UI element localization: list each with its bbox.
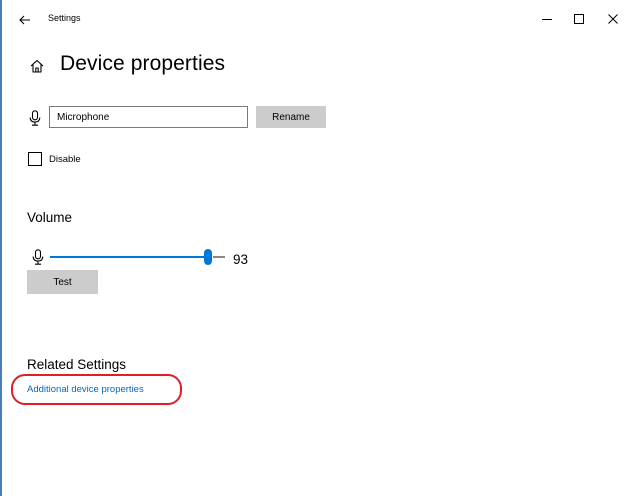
microphone-icon	[29, 110, 41, 126]
volume-slider-track	[213, 256, 225, 258]
page-title: Device properties	[60, 52, 226, 75]
back-arrow-icon	[19, 15, 30, 25]
test-button[interactable]: Test	[27, 270, 98, 294]
home-icon[interactable]	[29, 58, 45, 74]
volume-heading: Volume	[27, 210, 73, 225]
minimize-icon	[542, 19, 552, 20]
settings-window: Settings Device properties Rename Disabl…	[0, 0, 632, 496]
minimize-button[interactable]	[534, 8, 560, 30]
close-icon	[608, 14, 618, 24]
device-name-input[interactable]	[49, 106, 248, 128]
volume-value: 93	[233, 252, 249, 267]
volume-slider[interactable]	[50, 249, 225, 265]
disable-label[interactable]: Disable	[49, 154, 81, 165]
maximize-button[interactable]	[566, 8, 592, 30]
window-title: Settings	[48, 13, 81, 23]
related-settings-heading: Related Settings	[27, 357, 127, 372]
back-button[interactable]	[14, 9, 36, 31]
volume-slider-thumb[interactable]	[204, 249, 212, 265]
title-bar: Settings	[0, 0, 632, 36]
volume-slider-fill	[50, 256, 207, 258]
rename-button[interactable]: Rename	[256, 106, 326, 128]
volume-microphone-icon	[32, 249, 44, 265]
disable-checkbox[interactable]	[28, 152, 42, 166]
maximize-icon	[574, 14, 584, 24]
additional-device-properties-link[interactable]: Additional device properties	[27, 384, 144, 395]
close-button[interactable]	[600, 8, 626, 30]
window-left-border	[0, 0, 2, 496]
